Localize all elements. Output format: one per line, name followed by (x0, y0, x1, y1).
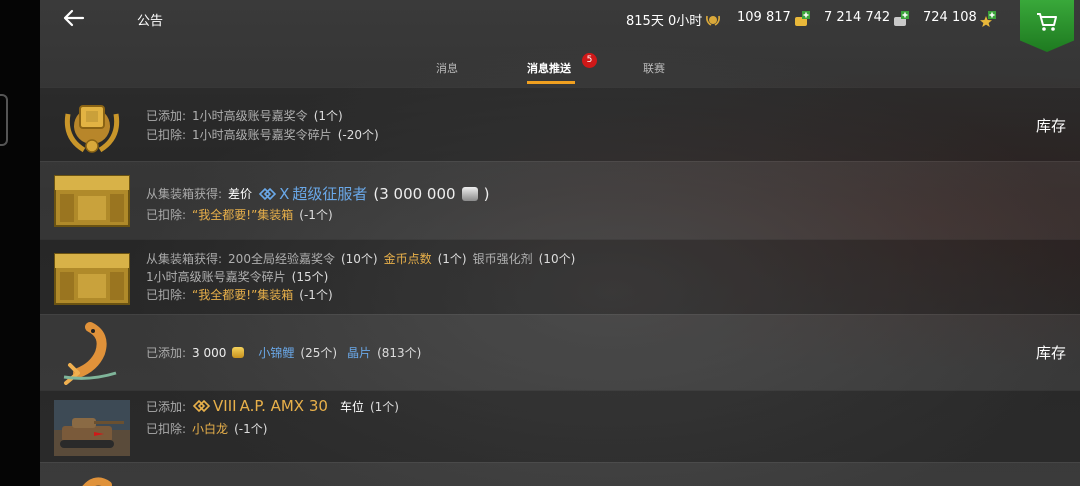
silver-coins-plus-icon (893, 10, 910, 26)
unread-badge: 5 (582, 53, 597, 68)
silver-coins-icon (461, 186, 478, 201)
inventory-button[interactable]: 库存 (1036, 115, 1066, 136)
item-count: (-1个) (299, 208, 333, 222)
list-item[interactable]: 已添加: 3 000 小锦鲤 (25个) 晶片 (813个) 库存 (40, 314, 1080, 390)
side-handle[interactable] (0, 94, 8, 146)
tab-league[interactable]: 联赛 (643, 60, 665, 76)
tank-tier: VIII (213, 397, 237, 415)
deducted-label: 已扣除: (146, 128, 187, 142)
silver-balance-label: 7 214 742 (824, 10, 891, 25)
premium-time-label: 815天 0小时 (626, 14, 703, 29)
item-name: 金币点数 (383, 252, 432, 266)
silver-balance[interactable]: 7 214 742 (824, 10, 910, 26)
silver-amount: (3 000 000 (373, 184, 456, 203)
notification-line: 从集装箱获得: 差价 X 超级征服者 (3 000 000 ) (146, 183, 489, 204)
gold-coins-plus-icon (794, 10, 810, 26)
item-count: (1个) (369, 399, 399, 414)
notification-line: 已添加: 3 000 小锦鲤 (25个) 晶片 (813个) (146, 344, 421, 361)
back-arrow-icon (63, 9, 85, 27)
item-name: 晶片 (347, 346, 372, 360)
premium-laurel-icon (705, 13, 721, 27)
left-edge-strip (0, 0, 40, 486)
list-item[interactable]: 已添加: 1小时高级账号嘉奖令 (1个) 已扣除: 1小时高级账号嘉奖令碎片 (… (40, 87, 1080, 161)
item-count: (15个) (291, 270, 329, 284)
close-paren: ) (483, 184, 490, 203)
notification-line: 已扣除: 小白龙 (-1个) (146, 420, 267, 437)
tab-messages[interactable]: 消息 (436, 60, 458, 76)
item-count: (10个) (340, 252, 378, 266)
item-name: 1小时高级账号嘉奖令碎片 (192, 128, 332, 142)
page-title: 公告 (137, 14, 164, 29)
free-xp-balance-label: 724 108 (923, 10, 977, 25)
active-tab-indicator (527, 81, 575, 84)
notification-line: 已扣除: 1小时高级账号嘉奖令碎片 (-20个) (146, 126, 379, 143)
gold-container-image (54, 250, 130, 312)
item-count: (-20个) (337, 128, 379, 142)
item-count: (25个) (300, 346, 338, 360)
notification-line: 已添加: 1小时高级账号嘉奖令 (1个) (146, 107, 343, 124)
tank-title: A.P. AMX 30 (239, 397, 328, 415)
tank-name: X 超级征服者 (258, 183, 367, 204)
tank-image (54, 400, 130, 456)
list-item[interactable]: 从集装箱获得: 差价 X 超级征服者 (3 000 000 ) 已扣除: “我全… (40, 161, 1080, 239)
notification-line: 已扣除: “我全都要!”集装箱 (-1个) (146, 286, 333, 303)
item-count: (1个) (437, 252, 467, 266)
gold-balance-label: 109 817 (737, 10, 791, 25)
premium-medal-image (58, 94, 126, 156)
gold-balance[interactable]: 109 817 (737, 10, 810, 26)
item-count: (10个) (538, 252, 576, 266)
container-name: “我全都要!”集装箱 (192, 208, 294, 222)
from-container-label: 从集装箱获得: (146, 252, 223, 266)
list-item[interactable]: 已添加: VIII A.P. AMX 30 车位 (1个) 已扣除: 小白龙 (… (40, 390, 1080, 462)
list-item[interactable]: 从集装箱获得: 200全局经验嘉奖令 (10个) 金币点数 (1个) 银币强化剂… (40, 239, 1080, 314)
notification-line: 已添加: VIII A.P. AMX 30 车位 (1个) (146, 397, 399, 415)
deducted-label: 已扣除: (146, 288, 187, 302)
deducted-label: 已扣除: (146, 422, 187, 436)
added-label: 已添加: (146, 346, 187, 360)
deducted-label: 已扣除: (146, 208, 187, 222)
app-window: 公告 815天 0小时 109 817 7 214 742 724 108 消息… (40, 0, 1080, 486)
tank-tier: X (279, 184, 290, 203)
price-difference-label: 差价 (228, 187, 253, 201)
container-name: “我全都要!”集装箱 (192, 288, 294, 302)
tier-chevron-icon (192, 399, 211, 413)
item-name: 小锦鲤 (258, 346, 295, 360)
added-label: 已添加: (146, 109, 187, 123)
from-container-label: 从集装箱获得: (146, 187, 223, 201)
item-count: (-1个) (299, 288, 333, 302)
top-bar: 公告 815天 0小时 109 817 7 214 742 724 108 (40, 0, 1080, 52)
gold-container-image (54, 172, 130, 234)
item-count: (-1个) (234, 422, 268, 436)
item-name: 小白龙 (192, 422, 229, 436)
item-count: (813个) (377, 346, 422, 360)
item-name: 1小时高级账号嘉奖令 (192, 109, 308, 123)
item-name: 车位 (339, 399, 364, 414)
notification-line: 1小时高级账号嘉奖令碎片 (15个) (146, 268, 328, 285)
back-button[interactable] (62, 8, 86, 28)
added-label: 已添加: (146, 399, 187, 414)
tier-chevron-icon (258, 187, 277, 200)
gold-amount: 3 000 (192, 345, 227, 360)
item-count: (1个) (313, 109, 343, 123)
tab-push-messages[interactable]: 消息推送 (527, 60, 571, 76)
tank-name: VIII A.P. AMX 30 (192, 397, 328, 415)
item-name: 1小时高级账号嘉奖令碎片 (146, 270, 286, 284)
shopping-cart-icon (1037, 13, 1057, 31)
free-xp-star-plus-icon (979, 10, 996, 27)
notification-line: 从集装箱获得: 200全局经验嘉奖令 (10个) 金币点数 (1个) 银币强化剂… (146, 250, 575, 267)
inventory-button[interactable]: 库存 (1036, 342, 1066, 363)
shop-button[interactable] (1020, 0, 1074, 52)
item-name: 200全局经验嘉奖令 (228, 252, 335, 266)
koi-fish-image (60, 321, 120, 385)
koi-fish-image (74, 471, 114, 486)
premium-time[interactable]: 815天 0小时 (626, 10, 721, 29)
gold-coins-icon (232, 347, 245, 358)
notification-line: 已扣除: “我全都要!”集装箱 (-1个) (146, 206, 333, 223)
list-item[interactable] (40, 462, 1080, 486)
item-name: 银币强化剂 (472, 252, 533, 266)
tank-title: 超级征服者 (292, 185, 368, 203)
free-xp-balance[interactable]: 724 108 (923, 10, 996, 27)
